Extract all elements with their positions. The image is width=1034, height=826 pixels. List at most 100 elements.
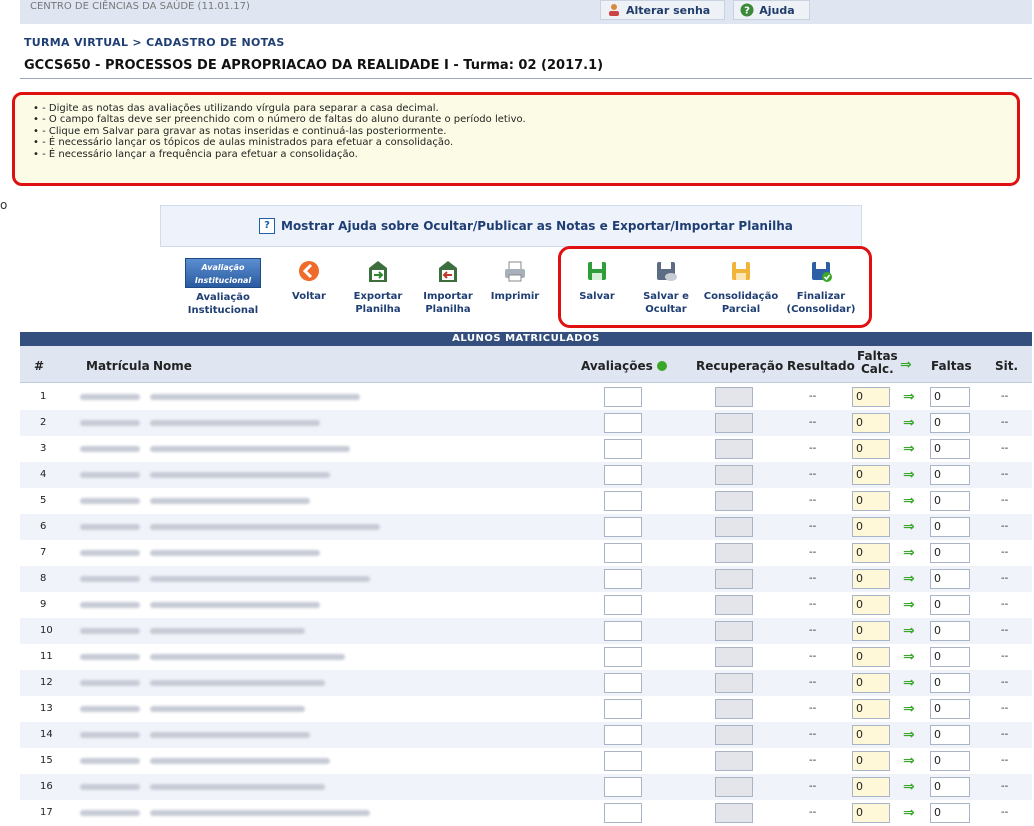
faltas-input[interactable]: 0 [930, 543, 970, 563]
faltas-calc-input[interactable]: 0 [852, 543, 890, 563]
breadcrumb-text[interactable]: Turma Virtual > Cadastro de Notas [24, 36, 285, 49]
recovery-input [715, 465, 753, 485]
faltas-calc-input[interactable]: 0 [852, 725, 890, 745]
copy-arrow-icon[interactable]: ⇒ [903, 597, 915, 613]
evaluation-input[interactable] [604, 569, 642, 589]
faltas-input[interactable]: 0 [930, 491, 970, 511]
name-redacted [150, 706, 305, 712]
copy-arrow-icon[interactable]: ⇒ [903, 623, 915, 639]
evaluation-input[interactable] [604, 725, 642, 745]
faltas-input[interactable]: 0 [930, 803, 970, 823]
row-number: 2 [40, 417, 47, 428]
evaluation-input[interactable] [604, 803, 642, 823]
faltas-input[interactable]: 0 [930, 673, 970, 693]
copy-arrow-icon[interactable]: ⇒ [903, 675, 915, 691]
change-password-link[interactable]: Alterar senha [600, 0, 726, 20]
title-divider [20, 78, 1032, 79]
copy-arrow-icon[interactable]: ⇒ [903, 727, 915, 743]
evaluation-input[interactable] [604, 491, 642, 511]
add-evaluation-icon[interactable] [656, 361, 667, 371]
evaluation-input[interactable] [604, 543, 642, 563]
avaliacao-institucional-button[interactable]: Avaliação Institucional Avaliação Institu… [184, 258, 262, 317]
faltas-input[interactable]: 0 [930, 777, 970, 797]
evaluation-input[interactable] [604, 413, 642, 433]
faltas-calc-input[interactable]: 0 [852, 465, 890, 485]
top-bar: CENTRO DE CIÊNCIAS DA SAÚDE (11.01.17) A… [20, 0, 1032, 24]
faltas-input[interactable]: 0 [930, 413, 970, 433]
matricula-redacted [80, 524, 140, 530]
copy-arrow-icon[interactable]: ⇒ [903, 779, 915, 795]
faltas-calc-input[interactable]: 0 [852, 595, 890, 615]
evaluation-input[interactable] [604, 621, 642, 641]
faltas-calc-input[interactable]: 0 [852, 439, 890, 459]
faltas-calc-input[interactable]: 0 [852, 413, 890, 433]
faltas-input[interactable]: 0 [930, 517, 970, 537]
help-link[interactable]: ? Ajuda [733, 0, 810, 20]
copy-arrow-icon[interactable]: ⇒ [903, 389, 915, 405]
faltas-input[interactable]: 0 [930, 699, 970, 719]
evaluation-input[interactable] [604, 673, 642, 693]
faltas-calc-input[interactable]: 0 [852, 751, 890, 771]
matricula-redacted [80, 420, 140, 426]
copy-arrow-icon[interactable]: ⇒ [903, 649, 915, 665]
faltas-calc-input[interactable]: 0 [852, 491, 890, 511]
printer-icon [505, 261, 525, 282]
faltas-calc-input[interactable]: 0 [852, 621, 890, 641]
faltas-input[interactable]: 0 [930, 647, 970, 667]
copy-arrow-icon[interactable]: ⇒ [903, 415, 915, 431]
faltas-input[interactable]: 0 [930, 621, 970, 641]
instruction-line: • - É necessário lançar os tópicos de au… [33, 137, 454, 149]
evaluation-input[interactable] [604, 595, 642, 615]
copy-arrow-icon[interactable]: ⇒ [903, 519, 915, 535]
situation-value: -- [1001, 755, 1009, 766]
button-label: Institucional [187, 305, 259, 316]
copy-arrow-icon[interactable]: ⇒ [903, 545, 915, 561]
faltas-input[interactable]: 0 [930, 439, 970, 459]
faltas-input[interactable]: 0 [930, 465, 970, 485]
back-button[interactable]: Voltar [270, 258, 348, 303]
copy-arrow-icon[interactable]: ⇒ [903, 441, 915, 457]
faltas-calc-input[interactable]: 0 [852, 673, 890, 693]
faltas-input[interactable]: 0 [930, 751, 970, 771]
faltas-calc-input[interactable]: 0 [852, 803, 890, 823]
recovery-input [715, 569, 753, 589]
show-help-link[interactable]: ? Mostrar Ajuda sobre Ocultar/Publicar a… [259, 218, 793, 234]
matricula-redacted [80, 680, 140, 686]
faltas-input[interactable]: 0 [930, 569, 970, 589]
matricula-redacted [80, 784, 140, 790]
breadcrumb[interactable]: Turma Virtual > Cadastro de Notas [24, 36, 285, 49]
faltas-calc-input[interactable]: 0 [852, 569, 890, 589]
export-spreadsheet-button[interactable]: Exportar Planilha [339, 258, 417, 316]
situation-value: -- [1001, 625, 1009, 636]
recovery-input [715, 621, 753, 641]
evaluation-input[interactable] [604, 647, 642, 667]
evaluation-input[interactable] [604, 439, 642, 459]
faltas-input[interactable]: 0 [930, 725, 970, 745]
situation-value: -- [1001, 573, 1009, 584]
copy-arrow-icon[interactable]: ⇒ [903, 493, 915, 509]
evaluation-input[interactable] [604, 465, 642, 485]
help-icon: ? [740, 3, 754, 17]
matricula-redacted [80, 498, 140, 504]
evaluation-input[interactable] [604, 777, 642, 797]
situation-value: -- [1001, 521, 1009, 532]
row-number: 17 [40, 807, 53, 818]
copy-arrow-icon[interactable]: ⇒ [903, 467, 915, 483]
print-button[interactable]: Imprimir [476, 258, 554, 303]
faltas-calc-input[interactable]: 0 [852, 387, 890, 407]
name-redacted [150, 680, 325, 686]
faltas-calc-input[interactable]: 0 [852, 699, 890, 719]
copy-arrow-icon[interactable]: ⇒ [903, 701, 915, 717]
copy-arrow-icon[interactable]: ⇒ [903, 571, 915, 587]
evaluation-input[interactable] [604, 387, 642, 407]
evaluation-input[interactable] [604, 517, 642, 537]
copy-arrow-icon[interactable]: ⇒ [903, 805, 915, 821]
faltas-input[interactable]: 0 [930, 387, 970, 407]
copy-arrow-icon[interactable]: ⇒ [903, 753, 915, 769]
faltas-input[interactable]: 0 [930, 595, 970, 615]
faltas-calc-input[interactable]: 0 [852, 647, 890, 667]
evaluation-input[interactable] [604, 751, 642, 771]
evaluation-input[interactable] [604, 699, 642, 719]
faltas-calc-input[interactable]: 0 [852, 777, 890, 797]
faltas-calc-input[interactable]: 0 [852, 517, 890, 537]
